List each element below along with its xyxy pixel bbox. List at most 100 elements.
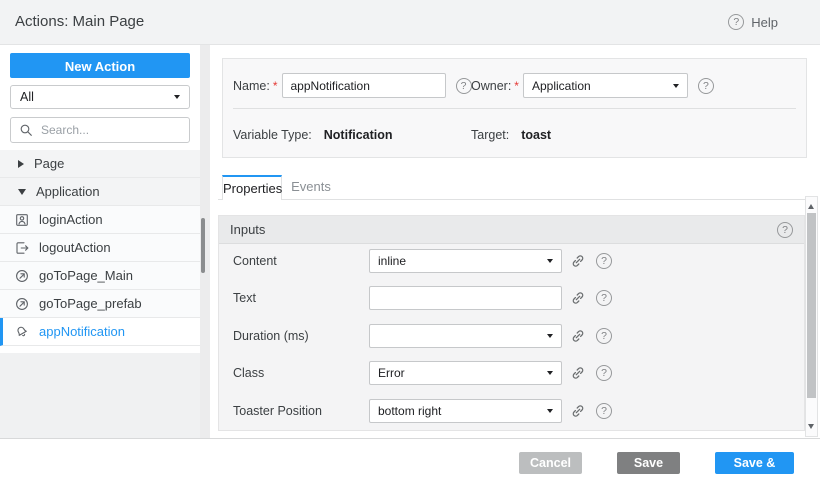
tab-properties[interactable]: Properties <box>222 175 282 200</box>
login-icon <box>15 213 29 227</box>
toaster-position-row: Toaster Position bottom right <box>219 399 804 423</box>
name-field-group: Name: * <box>233 73 472 98</box>
caret-down-icon <box>174 95 180 99</box>
bind-link-icon[interactable] <box>570 403 586 419</box>
actions-dialog: Actions: Main Page Help New Action All P… <box>0 0 820 491</box>
duration-help-icon[interactable] <box>596 328 612 344</box>
inputs-help-icon[interactable] <box>777 222 793 238</box>
help-button[interactable]: Help <box>728 14 778 30</box>
owner-select[interactable]: Application <box>523 73 688 98</box>
owner-field-group: Owner: * Application <box>471 73 714 98</box>
class-label: Class <box>233 361 264 385</box>
go-to-page-icon <box>15 269 29 283</box>
text-label: Text <box>233 286 256 310</box>
filter-select-value: All <box>20 90 174 104</box>
help-label: Help <box>751 15 778 30</box>
variable-type-value: Notification <box>324 128 393 142</box>
notification-icon <box>15 325 29 339</box>
new-action-button[interactable]: New Action <box>10 53 190 78</box>
inputs-title: Inputs <box>230 222 777 237</box>
inputs-section-header: Inputs <box>219 216 804 244</box>
bind-link-icon[interactable] <box>570 365 586 381</box>
name-help-icon[interactable] <box>456 78 472 94</box>
text-input[interactable] <box>369 286 562 310</box>
help-icon <box>728 14 744 30</box>
save-button[interactable]: Save <box>617 452 680 474</box>
content-select[interactable]: inline <box>369 249 562 273</box>
caret-down-icon <box>547 334 553 338</box>
toaster-position-select[interactable]: bottom right <box>369 399 562 423</box>
text-row: Text <box>219 286 804 310</box>
logout-icon <box>15 241 29 255</box>
sidebar-scrollbar-thumb[interactable] <box>201 218 205 273</box>
sidebar-item-logout-action[interactable]: logoutAction <box>0 234 200 262</box>
save-and-close-button[interactable]: Save & Close <box>715 452 794 474</box>
search-input[interactable] <box>39 122 198 138</box>
duration-label: Duration (ms) <box>233 324 309 348</box>
chevron-right-icon <box>18 160 24 168</box>
variable-type-label: Variable Type: <box>233 128 312 142</box>
toaster-position-label: Toaster Position <box>233 399 322 423</box>
page-title: Actions: Main Page <box>15 0 144 44</box>
panel-divider <box>233 108 796 109</box>
tree-item-label: loginAction <box>39 212 103 227</box>
sidebar-item-application[interactable]: Application <box>0 178 200 206</box>
properties-scrollbar[interactable] <box>805 196 818 437</box>
tree-item-label: Application <box>36 184 100 199</box>
class-help-icon[interactable] <box>596 365 612 381</box>
owner-select-value: Application <box>532 79 673 93</box>
inputs-section: Inputs Content inline Text <box>218 215 805 431</box>
search-icon <box>19 123 33 137</box>
action-detail-panel: Name: * Owner: * Application Variable Ty… <box>210 45 820 438</box>
sidebar-item-gotopage-prefab[interactable]: goToPage_prefab <box>0 290 200 318</box>
caret-down-icon <box>673 84 679 88</box>
caret-down-icon <box>547 409 553 413</box>
search-box[interactable] <box>10 117 190 143</box>
content-label: Content <box>233 249 277 273</box>
name-input[interactable] <box>282 73 446 98</box>
target-label: Target: <box>471 128 509 142</box>
content-select-value: inline <box>378 254 547 268</box>
sidebar-scrollbar[interactable] <box>200 45 210 438</box>
sidebar-item-page[interactable]: Page <box>0 150 200 178</box>
class-row: Class Error <box>219 361 804 385</box>
toaster-position-help-icon[interactable] <box>596 403 612 419</box>
properties-scrollbar-thumb[interactable] <box>807 213 816 398</box>
toaster-position-select-value: bottom right <box>378 404 547 418</box>
caret-down-icon <box>547 371 553 375</box>
action-summary-panel: Name: * Owner: * Application Variable Ty… <box>222 58 807 158</box>
text-help-icon[interactable] <box>596 290 612 306</box>
required-asterisk: * <box>273 79 278 93</box>
class-select[interactable]: Error <box>369 361 562 385</box>
sidebar-item-appnotification[interactable]: appNotification <box>0 318 200 346</box>
duration-row: Duration (ms) <box>219 324 804 348</box>
tree-item-label: goToPage_prefab <box>39 296 142 311</box>
sidebar-item-login-action[interactable]: loginAction <box>0 206 200 234</box>
owner-help-icon[interactable] <box>698 78 714 94</box>
dialog-header: Actions: Main Page Help <box>0 0 820 45</box>
sidebar-item-gotopage-main[interactable]: goToPage_Main <box>0 262 200 290</box>
owner-label: Owner: <box>471 79 511 93</box>
bind-link-icon[interactable] <box>570 290 586 306</box>
duration-select[interactable] <box>369 324 562 348</box>
target-group: Target: toast <box>471 125 551 145</box>
name-label: Name: <box>233 79 270 93</box>
actions-sidebar: New Action All Page Application <box>0 45 200 438</box>
cancel-button[interactable]: Cancel <box>519 452 582 474</box>
tab-events[interactable]: Events <box>282 175 340 200</box>
chevron-down-icon <box>18 189 26 195</box>
content-help-icon[interactable] <box>596 253 612 269</box>
sidebar-empty-area <box>0 353 200 438</box>
scroll-down-icon[interactable] <box>808 424 814 429</box>
bind-link-icon[interactable] <box>570 328 586 344</box>
go-to-page-icon <box>15 297 29 311</box>
scroll-up-icon[interactable] <box>808 204 814 209</box>
target-value: toast <box>521 128 551 142</box>
tree-item-label: goToPage_Main <box>39 268 133 283</box>
bind-link-icon[interactable] <box>570 253 586 269</box>
filter-select[interactable]: All <box>10 85 190 109</box>
dialog-footer: Cancel Save Save & Close <box>0 438 820 491</box>
tree-item-label: logoutAction <box>39 240 111 255</box>
tree-item-label: appNotification <box>39 324 125 339</box>
content-row: Content inline <box>219 249 804 273</box>
